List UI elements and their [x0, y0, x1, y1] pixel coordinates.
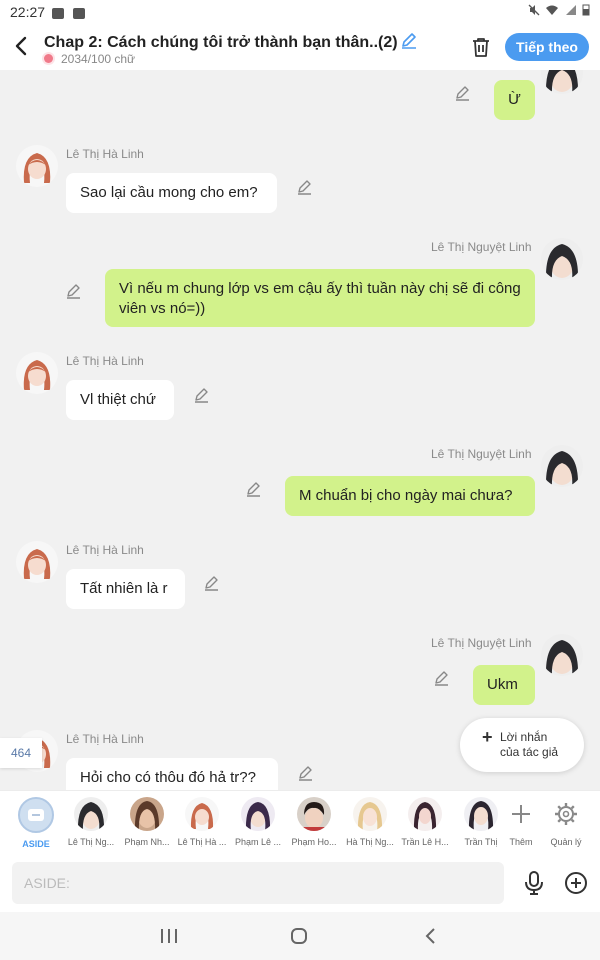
edit-message-icon[interactable]	[296, 178, 314, 196]
character-avatar	[408, 797, 442, 831]
recent-apps-icon[interactable]	[160, 928, 178, 944]
plus-icon	[504, 797, 538, 831]
character-name: ASIDE	[22, 839, 50, 849]
character-bar: ASIDE Lê Thị Ng... Phạm Nh... Lê Thị Hà …	[0, 790, 600, 854]
wifi-icon	[546, 5, 559, 15]
character-avatar	[297, 797, 331, 831]
plus-circle-icon	[565, 872, 587, 894]
message-bubble[interactable]: Sao lại cầu mong cho em?	[66, 173, 277, 213]
avatar-nguyet-linh[interactable]	[541, 634, 583, 676]
gear-icon	[549, 797, 583, 831]
character-name: Phạm Lê ...	[234, 837, 282, 847]
sender-name: Lê Thị Nguyệt Linh	[431, 447, 532, 461]
back-arrow-icon	[15, 36, 27, 56]
avatar-ha-linh[interactable]	[16, 145, 58, 187]
avatar-ha-linh[interactable]	[16, 541, 58, 583]
character-item[interactable]: Phạm Lê ...	[230, 797, 286, 847]
edit-title-icon[interactable]	[400, 31, 418, 49]
system-nav-bar	[0, 912, 600, 960]
sender-name: Lê Thị Nguyệt Linh	[431, 240, 532, 254]
plus-icon: +	[482, 727, 493, 747]
trash-icon	[473, 38, 489, 57]
message-bubble[interactable]: Ukm	[473, 665, 535, 705]
sender-name: Lê Thị Hà Linh	[66, 354, 144, 368]
back-nav-icon[interactable]	[424, 927, 438, 945]
character-name: Phạm Ho...	[291, 837, 337, 847]
status-time: 22:27	[10, 4, 46, 20]
message-bubble[interactable]: M chuẩn bị cho ngày mai chưa?	[285, 476, 535, 516]
add-button[interactable]	[564, 871, 588, 895]
edit-message-icon[interactable]	[297, 764, 315, 782]
character-avatar	[74, 797, 108, 831]
character-name: Hà Thị Ng...	[346, 837, 394, 847]
character-item[interactable]: Trần Lê H...	[397, 797, 453, 847]
next-button[interactable]: Tiếp theo	[505, 33, 589, 61]
manage-characters-button[interactable]: Quản lý	[538, 797, 594, 847]
app-notification-icon	[72, 8, 85, 19]
aside-icon	[18, 797, 54, 833]
character-aside[interactable]: ASIDE	[8, 797, 64, 849]
mic-button[interactable]	[524, 871, 544, 895]
character-item[interactable]: Phạm Nh...	[119, 797, 175, 847]
chapter-header: Chap 2: Cách chúng tôi trở thành bạn thâ…	[0, 24, 600, 70]
edit-message-icon[interactable]	[245, 480, 263, 498]
author-message-line2: của tác giả	[500, 745, 559, 759]
chat-area[interactable]: Ừ Lê Thị Hà Linh Sao lại cầu mong cho em…	[0, 70, 600, 790]
sender-name: Lê Thị Nguyệt Linh	[431, 636, 532, 650]
status-bar: 22:27	[0, 0, 600, 24]
message-bubble[interactable]: Vl thiệt chứ	[66, 380, 174, 420]
signal-icon	[565, 5, 576, 15]
mute-icon	[528, 4, 540, 16]
word-count: 2034/100 chữ	[44, 52, 135, 66]
character-name: Lê Thị Ng...	[67, 837, 115, 847]
system-icons	[528, 4, 590, 19]
message-counter[interactable]: 464	[0, 738, 42, 768]
notification-icons	[52, 6, 90, 22]
home-icon[interactable]	[290, 927, 308, 945]
chapter-title[interactable]: Chap 2: Cách chúng tôi trở thành bạn thâ…	[44, 31, 418, 52]
character-avatar	[241, 797, 275, 831]
message-bubble[interactable]: Hỏi cho có thôu đó hả tr??	[66, 758, 278, 790]
word-count-text: 2034/100 chữ	[61, 52, 136, 66]
character-item[interactable]: Hà Thị Ng...	[342, 797, 398, 847]
edit-message-icon[interactable]	[65, 282, 83, 300]
back-button[interactable]	[12, 34, 32, 58]
edit-message-icon[interactable]	[203, 574, 221, 592]
sender-name: Lê Thị Hà Linh	[66, 147, 144, 161]
character-avatar	[353, 797, 387, 831]
character-avatar	[185, 797, 219, 831]
message-bubble[interactable]: Ừ	[494, 80, 535, 120]
gallery-notification-icon	[52, 8, 64, 19]
manage-label: Quản lý	[550, 837, 582, 847]
record-dot-icon	[44, 54, 53, 63]
character-item[interactable]: Lê Thị Ng...	[63, 797, 119, 847]
edit-message-icon[interactable]	[193, 386, 211, 404]
avatar-nguyet-linh[interactable]	[541, 445, 583, 487]
avatar-ha-linh[interactable]	[16, 352, 58, 394]
chapter-title-text: Chap 2: Cách chúng tôi trở thành bạn thâ…	[44, 34, 398, 51]
battery-icon	[582, 4, 590, 16]
delete-button[interactable]	[470, 36, 492, 58]
author-message-button[interactable]: + Lời nhắn của tác giả	[460, 718, 584, 772]
character-name: Trần Lê H...	[401, 837, 449, 847]
author-message-line1: Lời nhắn	[500, 730, 548, 744]
edit-message-icon[interactable]	[454, 84, 472, 102]
message-bubble[interactable]: Vì nếu m chung lớp vs em cậu ấy thì tuần…	[105, 269, 535, 327]
sender-name: Lê Thị Hà Linh	[66, 732, 144, 746]
character-item[interactable]: Lê Thị Hà ...	[174, 797, 230, 847]
input-bar	[0, 854, 600, 912]
sender-name: Lê Thị Hà Linh	[66, 543, 144, 557]
avatar-nguyet-linh[interactable]	[541, 238, 583, 280]
mic-icon	[525, 871, 543, 895]
edit-message-icon[interactable]	[433, 669, 451, 687]
avatar-nguyet-linh[interactable]	[541, 70, 583, 94]
aside-input[interactable]	[12, 862, 504, 904]
character-avatar	[130, 797, 164, 831]
character-item[interactable]: Phạm Ho...	[286, 797, 342, 847]
character-name: Phạm Nh...	[124, 837, 170, 847]
message-bubble[interactable]: Tất nhiên là r	[66, 569, 185, 609]
character-name: Lê Thị Hà ...	[177, 837, 227, 847]
